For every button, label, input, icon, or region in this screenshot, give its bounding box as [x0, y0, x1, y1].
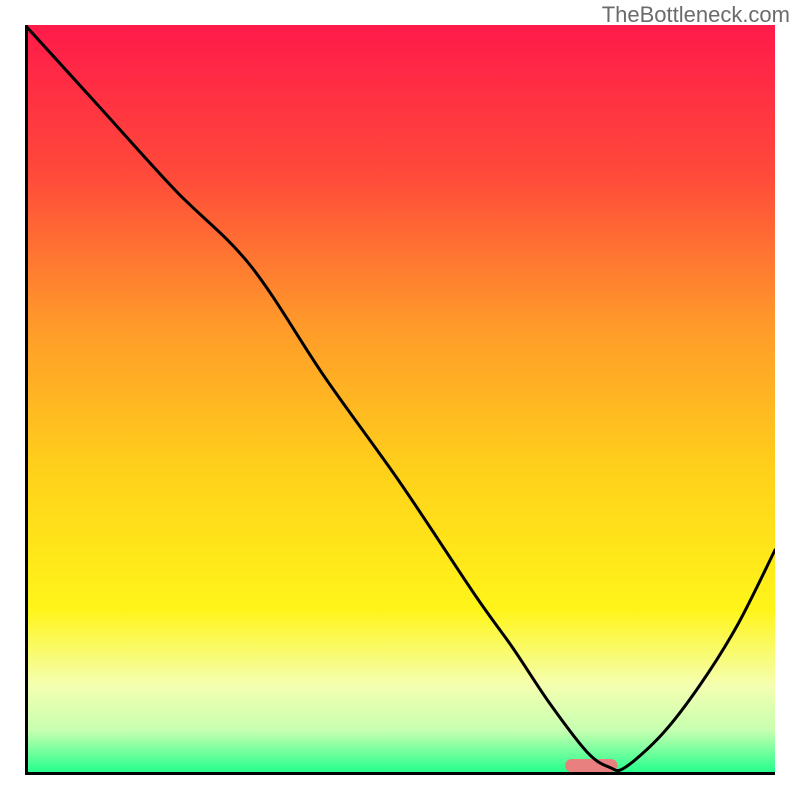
plot-area [25, 25, 775, 775]
optimal-marker [565, 759, 618, 772]
chart-container: TheBottleneck.com [0, 0, 800, 800]
watermark-text: TheBottleneck.com [602, 2, 790, 28]
chart-svg [25, 25, 775, 775]
gradient-background [25, 25, 775, 775]
